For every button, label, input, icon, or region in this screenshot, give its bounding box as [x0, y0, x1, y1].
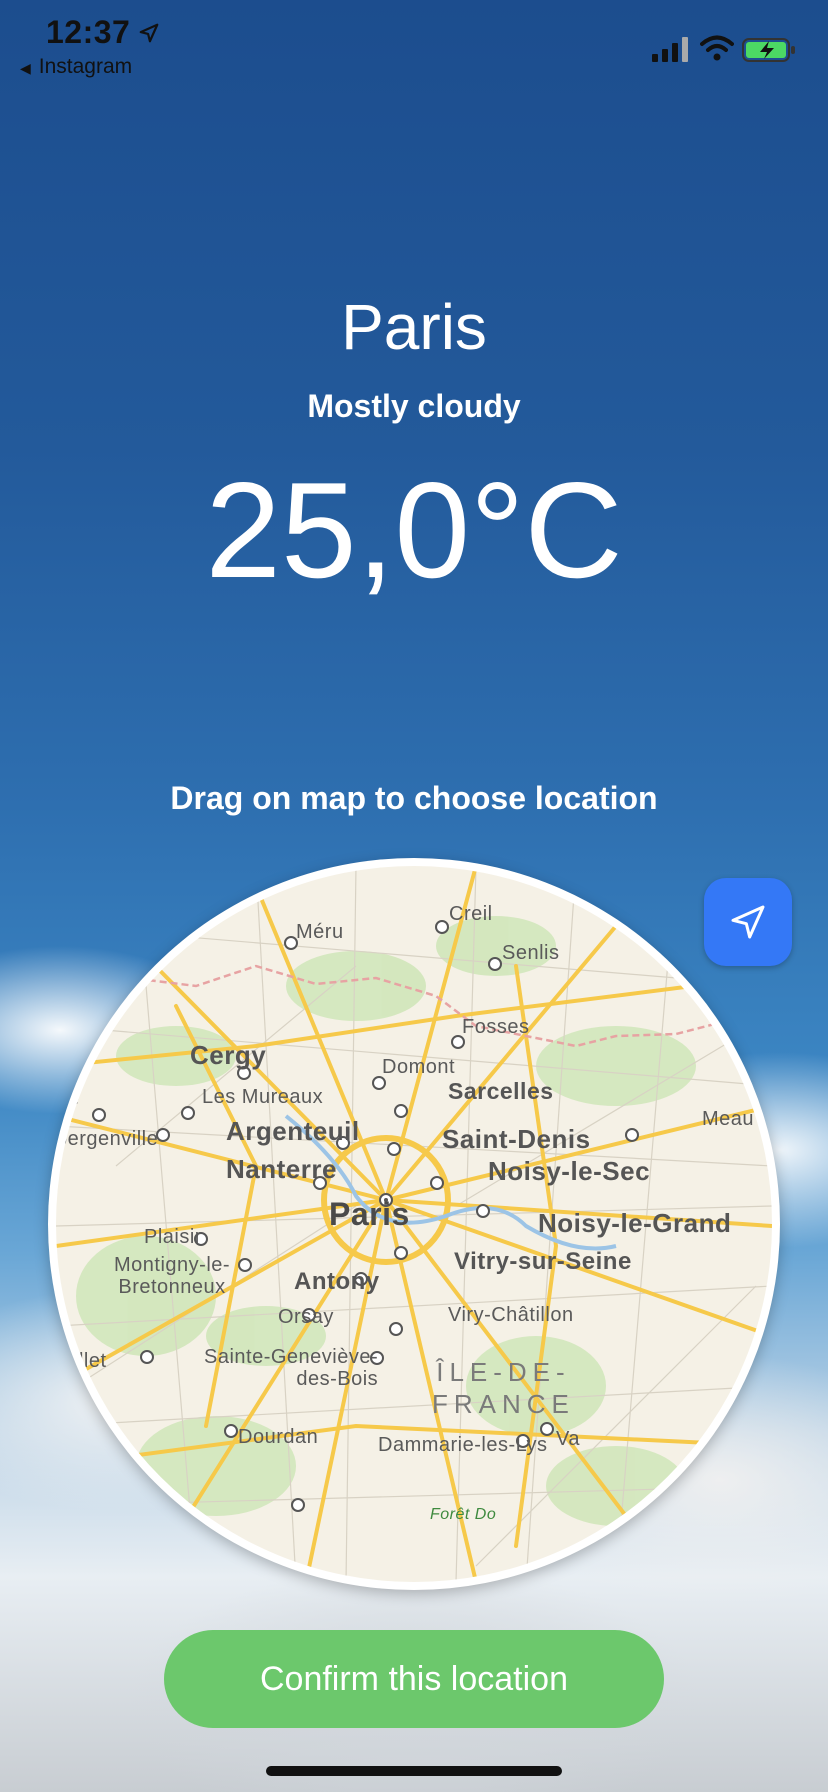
- map-label-nanterre: Nanterre: [226, 1154, 337, 1184]
- map-hint: Drag on map to choose location: [170, 780, 658, 816]
- back-triangle-icon: ◀: [20, 60, 31, 76]
- map-dot: [181, 1106, 195, 1120]
- map-dot: [394, 1246, 408, 1260]
- home-indicator[interactable]: [266, 1766, 562, 1776]
- map-label-dourdan: Dourdan: [238, 1426, 319, 1448]
- map-dot: [238, 1258, 252, 1272]
- map-label-foret: Forêt Do: [430, 1506, 497, 1523]
- status-time: 12:37: [46, 14, 131, 50]
- map-dot: [435, 920, 449, 934]
- map-label-les-mureaux: Les Mureaux: [202, 1086, 324, 1108]
- map-dot: [430, 1176, 444, 1190]
- wifi-icon: [700, 35, 734, 61]
- map-dot: [387, 1142, 401, 1156]
- map-label-bergenville: bergenville: [56, 1128, 159, 1150]
- map-label-vaux: Va: [556, 1428, 580, 1450]
- map-canvas[interactable]: Creil Méru Senlis Fosses Cergy Domont Sa…: [56, 866, 772, 1582]
- map-dot: [140, 1350, 154, 1364]
- map-label-ile-de-france: ÎLE-DE- FRANCE: [432, 1357, 575, 1419]
- map-label-vitry: Vitry-sur-Seine: [454, 1248, 632, 1275]
- back-to-app-link[interactable]: ◀ Instagram: [20, 55, 132, 79]
- map-label-dammarie: Dammarie-les-Lys: [378, 1434, 548, 1456]
- map-label-meru: Méru: [296, 921, 344, 943]
- location-arrow-icon: [731, 905, 765, 939]
- map-dot: [625, 1128, 639, 1142]
- map-label-plaisir: Plaisir: [144, 1226, 202, 1248]
- map-dot: [394, 1104, 408, 1118]
- map-label-meaux: Meau: [702, 1108, 755, 1130]
- location-map[interactable]: Creil Méru Senlis Fosses Cergy Domont Sa…: [48, 858, 780, 1590]
- map-label-montigny: Montigny-le- Bretonneux: [114, 1254, 231, 1298]
- map-label-lie: lie: [58, 1088, 80, 1110]
- map-dot: [92, 1108, 106, 1122]
- locate-me-button[interactable]: [704, 878, 792, 966]
- map-label-sainte-genevieve: Sainte-Geneviève- des-Bois: [204, 1346, 379, 1390]
- map-label-creil: Creil: [449, 903, 493, 925]
- signal-icon: [652, 37, 688, 62]
- location-arrow-icon: [139, 23, 159, 43]
- map-label-domont: Domont: [382, 1056, 456, 1078]
- confirm-location-button[interactable]: Confirm this location: [164, 1630, 664, 1728]
- map-label-cergy: Cergy: [190, 1040, 267, 1070]
- map-label-orsay: Orsay: [278, 1306, 334, 1328]
- map-label-saint-denis: Saint-Denis: [442, 1124, 591, 1154]
- map-label-illet: illet: [74, 1350, 107, 1372]
- battery-charging-icon: [742, 38, 795, 62]
- weather-condition: Mostly cloudy: [307, 388, 521, 424]
- map-label-noisy-le-grand: Noisy-le-Grand: [538, 1208, 732, 1238]
- back-app-label: Instagram: [38, 55, 133, 78]
- map-label-fosses: Fosses: [462, 1016, 530, 1038]
- map-dot: [389, 1322, 403, 1336]
- status-bar: 12:37 ◀ Instagram: [0, 0, 828, 90]
- map-dot: [540, 1422, 554, 1436]
- map-label-paris: Paris: [329, 1196, 410, 1232]
- map-label-noisy-le-sec: Noisy-le-Sec: [488, 1156, 651, 1186]
- map-label-viry: Viry-Châtillon: [448, 1304, 574, 1326]
- map-dot: [488, 957, 502, 971]
- temperature: 25,0°C: [205, 454, 623, 606]
- map-dot: [476, 1204, 490, 1218]
- map-label-sarcelles: Sarcelles: [448, 1078, 554, 1104]
- map-label-senlis: Senlis: [502, 942, 560, 964]
- map-dot: [291, 1498, 305, 1512]
- map-dot: [224, 1424, 238, 1438]
- city-name: Paris: [341, 291, 487, 363]
- map-label-antony: Antony: [294, 1268, 380, 1295]
- map-label-argenteuil: Argenteuil: [226, 1116, 360, 1146]
